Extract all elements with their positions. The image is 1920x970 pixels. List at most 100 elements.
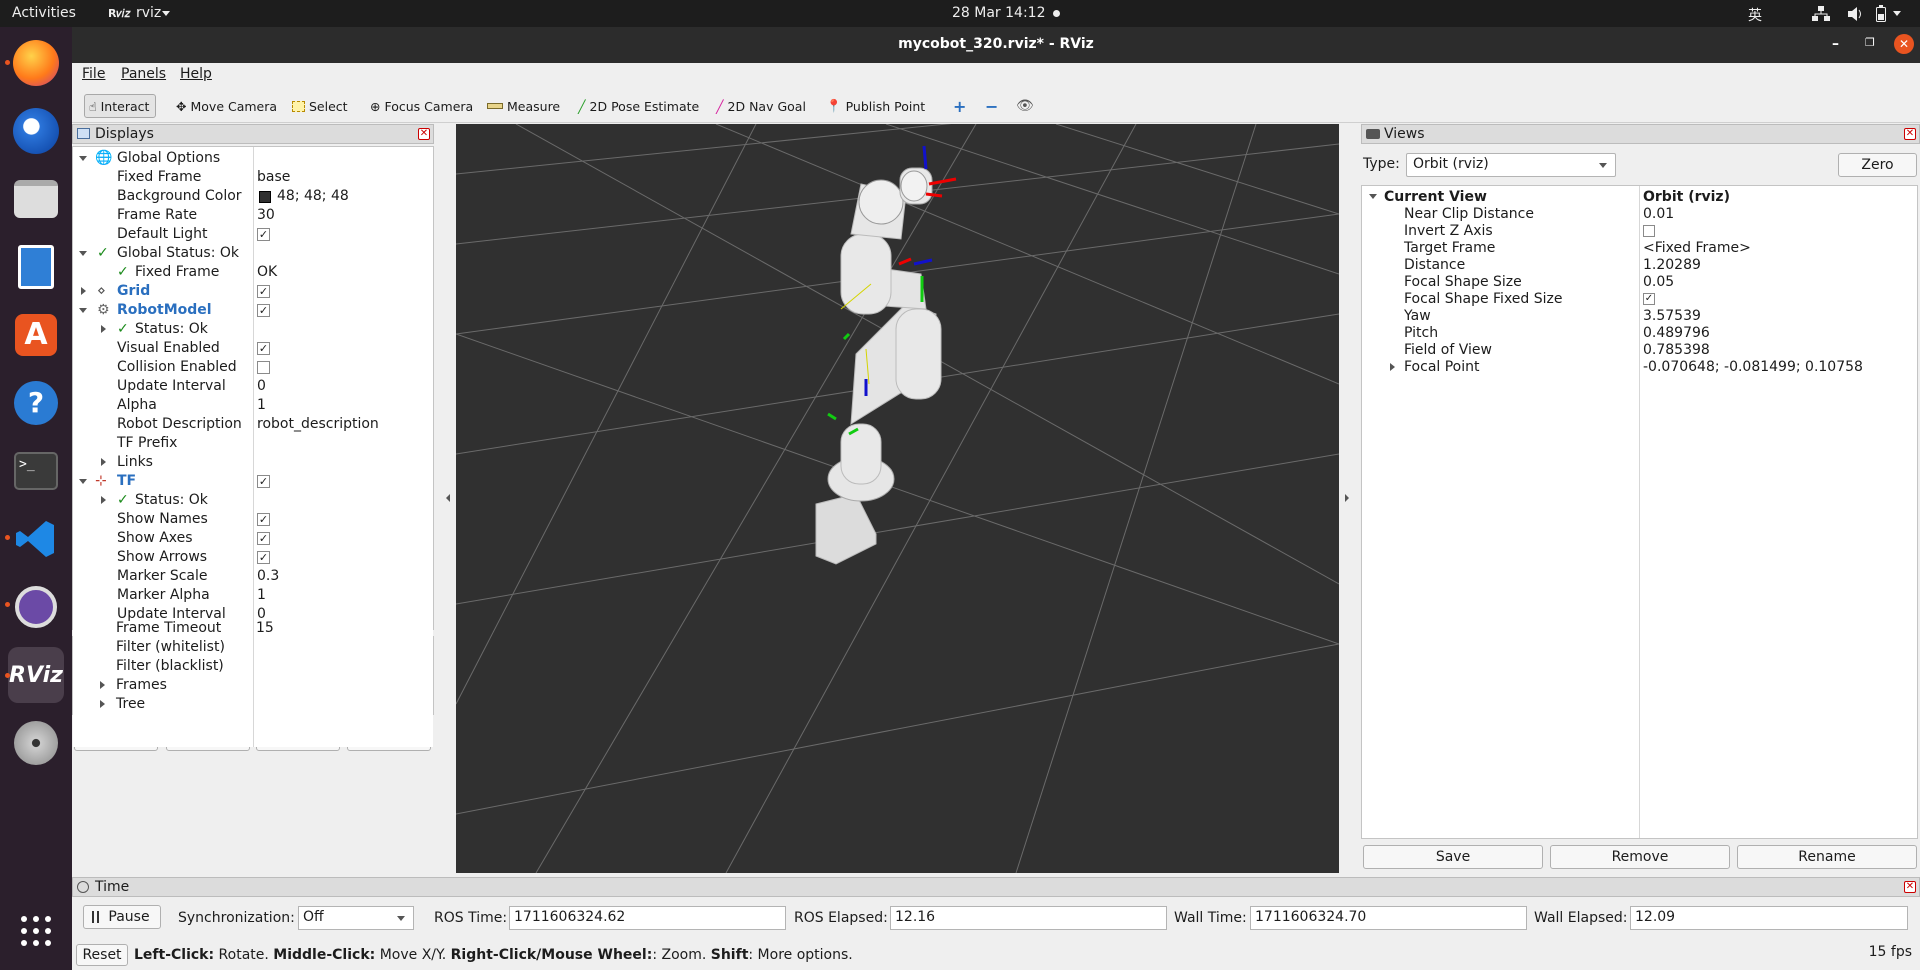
close-panel-icon[interactable]: ✕: [1904, 128, 1916, 140]
writer-icon[interactable]: [8, 239, 64, 295]
tree-row-filter-blacklist[interactable]: Filter (blacklist): [73, 657, 433, 676]
view-row-fov[interactable]: Field of View 0.785398: [1362, 342, 1919, 359]
tree-row-collision-enabled[interactable]: Collision Enabled: [73, 358, 433, 377]
collapse-arrow-icon[interactable]: [79, 156, 87, 161]
zero-button[interactable]: Zero: [1838, 153, 1917, 177]
tree-row-robot-description[interactable]: Robot Description robot_description: [73, 415, 433, 434]
battery-icon[interactable]: [1876, 5, 1886, 22]
tree-row-robot-status[interactable]: ✓ Status: Ok: [73, 320, 433, 339]
tree-row-show-axes[interactable]: Show Axes ✓: [73, 529, 433, 548]
tree-row-show-names[interactable]: Show Names ✓: [73, 510, 433, 529]
tree-row-marker-alpha[interactable]: Marker Alpha 1: [73, 586, 433, 605]
tree-row-frame-timeout[interactable]: Frame Timeout 15: [73, 619, 433, 638]
input-method-indicator[interactable]: 英: [1748, 5, 1762, 25]
tree-row-alpha[interactable]: Alpha 1: [73, 396, 433, 415]
collapse-arrow-icon[interactable]: [79, 308, 87, 313]
marker-scale-value[interactable]: 0.3: [257, 568, 279, 584]
expand-arrow-icon[interactable]: [101, 325, 106, 333]
select-tool[interactable]: Select: [288, 94, 352, 118]
default-light-checkbox[interactable]: ✓: [257, 228, 270, 241]
expand-arrow-icon[interactable]: [1390, 363, 1395, 371]
ros-elapsed-field[interactable]: 12.16: [890, 906, 1167, 930]
close-panel-icon[interactable]: ✕: [418, 128, 430, 140]
network-icon[interactable]: [1812, 6, 1830, 22]
wall-time-field[interactable]: 1711606324.70: [1250, 906, 1527, 930]
app-grid-icon[interactable]: [8, 903, 64, 959]
pause-button[interactable]: Pause: [83, 905, 161, 929]
tree-row-status-fixed-frame[interactable]: ✓ Fixed Frame OK: [73, 263, 433, 282]
rviz-icon[interactable]: RViz: [8, 647, 64, 703]
add-tool-icon[interactable]: +: [949, 94, 970, 118]
collision-enabled-checkbox[interactable]: [257, 361, 270, 374]
firefox-icon[interactable]: [8, 35, 64, 91]
tree-row-robot-model[interactable]: ⚙ RobotModel ✓: [73, 301, 433, 320]
publish-point-tool[interactable]: 📍 Publish Point: [822, 94, 929, 118]
distance-value[interactable]: 1.20289: [1643, 257, 1701, 273]
collapse-right-arrow-icon[interactable]: [1345, 494, 1349, 502]
collapse-arrow-icon[interactable]: [1369, 194, 1377, 199]
activities-button[interactable]: Activities: [12, 5, 76, 21]
remove-tool-icon[interactable]: −: [981, 94, 1002, 118]
expand-arrow-icon[interactable]: [101, 458, 106, 466]
view-row-invert-z[interactable]: Invert Z Axis: [1362, 223, 1919, 240]
tf-checkbox[interactable]: ✓: [257, 475, 270, 488]
tree-row-marker-scale[interactable]: Marker Scale 0.3: [73, 567, 433, 586]
dvd-icon[interactable]: [8, 715, 64, 771]
expand-arrow-icon[interactable]: [101, 496, 106, 504]
eye-icon[interactable]: 👁: [1012, 94, 1038, 118]
tree-row-default-light[interactable]: Default Light ✓: [73, 225, 433, 244]
frame-timeout-value[interactable]: 15: [256, 620, 274, 636]
view-row-distance[interactable]: Distance 1.20289: [1362, 257, 1919, 274]
menu-file[interactable]: File: [82, 66, 105, 82]
system-menu-arrow-icon[interactable]: [1893, 11, 1901, 16]
minimize-icon[interactable]: –: [1832, 36, 1839, 52]
terminal-icon[interactable]: >_: [8, 443, 64, 499]
tree-row-tf-status[interactable]: ✓ Status: Ok: [73, 491, 433, 510]
camera-icon[interactable]: [8, 579, 64, 635]
tree-row-frames[interactable]: Frames: [73, 676, 433, 695]
near-clip-value[interactable]: 0.01: [1643, 206, 1674, 222]
tree-row-show-arrows[interactable]: Show Arrows ✓: [73, 548, 433, 567]
tree-row-visual-enabled[interactable]: Visual Enabled ✓: [73, 339, 433, 358]
reset-button[interactable]: Reset: [76, 944, 128, 966]
grid-checkbox[interactable]: ✓: [257, 285, 270, 298]
focus-camera-tool[interactable]: ⊕ Focus Camera: [366, 94, 477, 118]
move-camera-tool[interactable]: ✥ Move Camera: [172, 94, 281, 118]
help-icon[interactable]: ?: [8, 375, 64, 431]
collapse-arrow-icon[interactable]: [79, 479, 87, 484]
tree-row-tree[interactable]: Tree: [73, 695, 433, 714]
tree-row-tf[interactable]: ⊹ TF ✓: [73, 472, 433, 491]
3d-viewport[interactable]: [456, 124, 1339, 873]
color-swatch[interactable]: [259, 191, 271, 203]
expand-arrow-icon[interactable]: [81, 287, 86, 295]
pitch-value[interactable]: 0.489796: [1643, 325, 1710, 341]
expand-arrow-icon[interactable]: [100, 700, 105, 708]
focal-point-value[interactable]: -0.070648; -0.081499; 0.10758: [1643, 359, 1863, 375]
target-frame-value[interactable]: <Fixed Frame>: [1643, 240, 1751, 256]
software-icon[interactable]: A: [8, 307, 64, 363]
tree-row-background-color[interactable]: Background Color 48; 48; 48: [73, 187, 433, 206]
tree-row-global-status[interactable]: ✓ Global Status: Ok: [73, 244, 433, 263]
frame-rate-value[interactable]: 30: [257, 207, 275, 223]
rename-view-button[interactable]: Rename: [1737, 845, 1917, 869]
update-interval-value[interactable]: 0: [257, 378, 266, 394]
volume-icon[interactable]: [1847, 6, 1863, 22]
tree-row-frame-rate[interactable]: Frame Rate 30: [73, 206, 433, 225]
datetime[interactable]: 28 Mar 14:12: [952, 5, 1045, 21]
menu-help[interactable]: Help: [180, 66, 212, 82]
marker-alpha-value[interactable]: 1: [257, 587, 266, 603]
tree-row-links[interactable]: Links: [73, 453, 433, 472]
render-canvas[interactable]: [456, 124, 1339, 873]
tree-row-filter-whitelist[interactable]: Filter (whitelist): [73, 638, 433, 657]
focal-shape-fixed-checkbox[interactable]: ✓: [1643, 293, 1655, 305]
show-names-checkbox[interactable]: ✓: [257, 513, 270, 526]
view-row-focal-shape-fixed[interactable]: Focal Shape Fixed Size ✓: [1362, 291, 1919, 308]
collapse-arrow-icon[interactable]: [79, 251, 87, 256]
thunderbird-icon[interactable]: [8, 103, 64, 159]
show-arrows-checkbox[interactable]: ✓: [257, 551, 270, 564]
view-row-pitch[interactable]: Pitch 0.489796: [1362, 325, 1919, 342]
alpha-value[interactable]: 1: [257, 397, 266, 413]
expand-arrow-icon[interactable]: [100, 681, 105, 689]
measure-tool[interactable]: Measure: [483, 94, 564, 118]
ros-time-field[interactable]: 1711606324.62: [509, 906, 786, 930]
